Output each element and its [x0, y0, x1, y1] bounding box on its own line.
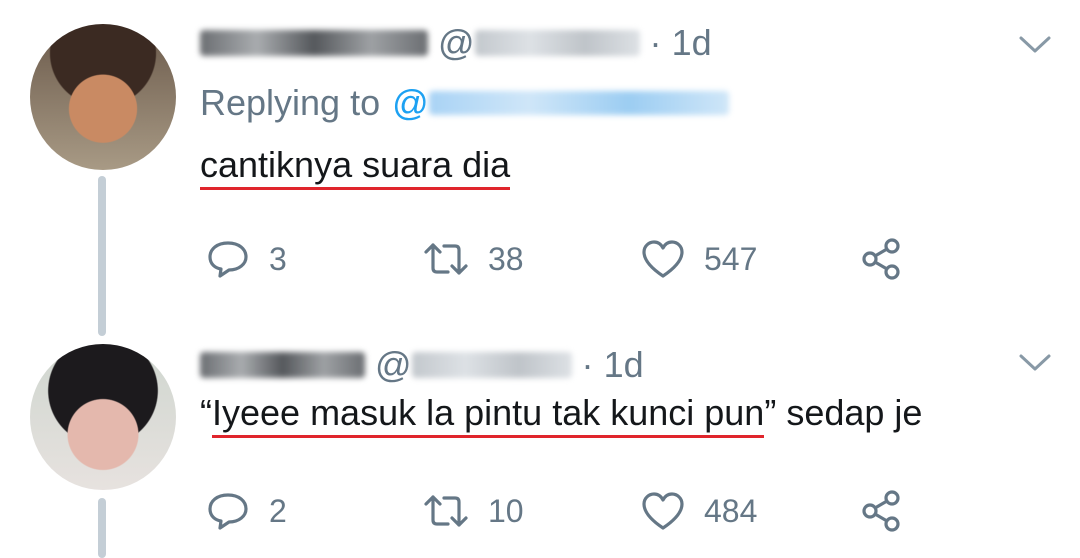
share-icon — [862, 490, 900, 532]
tweet-text-open-quote: “ — [200, 392, 212, 433]
like-icon — [642, 492, 684, 530]
tweet-header: @ · 1d — [200, 344, 644, 386]
timestamp-value: 1d — [603, 344, 644, 385]
username-blurred[interactable] — [411, 352, 572, 378]
thread-connector-line — [98, 176, 106, 336]
reply-button[interactable]: 3 — [205, 234, 287, 284]
reply-count: 3 — [269, 240, 287, 277]
tweet-reply-2[interactable]: @ · 1d “Iyeee masuk la pintu tak kunci p… — [0, 330, 1080, 558]
tweet-text-underlined: Iyeee masuk la pintu tak kunci pun — [212, 392, 765, 438]
handle-at-sign: @ — [375, 344, 412, 385]
tweet-reply-1[interactable]: @ · 1d Replying to @ cantiknya suara dia… — [0, 0, 1080, 336]
avatar[interactable] — [30, 24, 176, 170]
like-button[interactable]: 484 — [640, 486, 757, 536]
timestamp[interactable]: · 1d — [582, 344, 644, 386]
share-button[interactable] — [860, 486, 904, 536]
reply-button[interactable]: 2 — [205, 486, 287, 536]
replying-to-username-blurred[interactable] — [428, 91, 729, 115]
like-count: 484 — [704, 492, 758, 529]
mention-at-sign: @ — [392, 82, 429, 123]
retweet-button[interactable]: 10 — [422, 486, 524, 536]
display-name-blurred[interactable] — [200, 352, 365, 378]
reply-count: 2 — [269, 492, 287, 529]
share-button[interactable] — [860, 234, 904, 284]
retweet-button[interactable]: 38 — [422, 234, 524, 284]
separator-dot: · — [581, 344, 594, 385]
retweet-count: 38 — [488, 240, 524, 277]
separator-dot: · — [649, 22, 662, 63]
thread-connector-line — [98, 498, 106, 558]
reply-icon — [208, 493, 248, 530]
replying-to-mention[interactable]: @ — [392, 82, 429, 124]
timestamp-value: 1d — [671, 22, 712, 63]
tweet-text: “Iyeee masuk la pintu tak kunci pun” sed… — [200, 392, 923, 438]
chevron-down-icon[interactable] — [1018, 34, 1052, 56]
username-blurred[interactable] — [474, 30, 640, 56]
handle-at-sign: @ — [438, 22, 475, 63]
tweet-text-rest: ” sedap je — [764, 392, 923, 433]
like-button[interactable]: 547 — [640, 234, 757, 284]
reply-icon — [208, 241, 248, 278]
timestamp[interactable]: · 1d — [650, 22, 712, 64]
avatar[interactable] — [30, 344, 176, 490]
replying-to-line: Replying to @ — [200, 82, 729, 124]
replying-to-label: Replying to — [200, 82, 381, 123]
tweet-text-underlined: cantiknya suara dia — [200, 144, 511, 190]
like-count: 547 — [704, 240, 758, 277]
retweet-icon — [424, 243, 468, 275]
like-icon — [642, 240, 684, 278]
retweet-count: 10 — [488, 492, 524, 529]
display-name-blurred[interactable] — [200, 30, 428, 56]
tweet-header: @ · 1d — [200, 22, 712, 64]
tweet-text: cantiknya suara dia — [200, 144, 511, 190]
chevron-down-icon[interactable] — [1018, 352, 1052, 374]
share-icon — [862, 238, 900, 280]
retweet-icon — [424, 495, 468, 527]
